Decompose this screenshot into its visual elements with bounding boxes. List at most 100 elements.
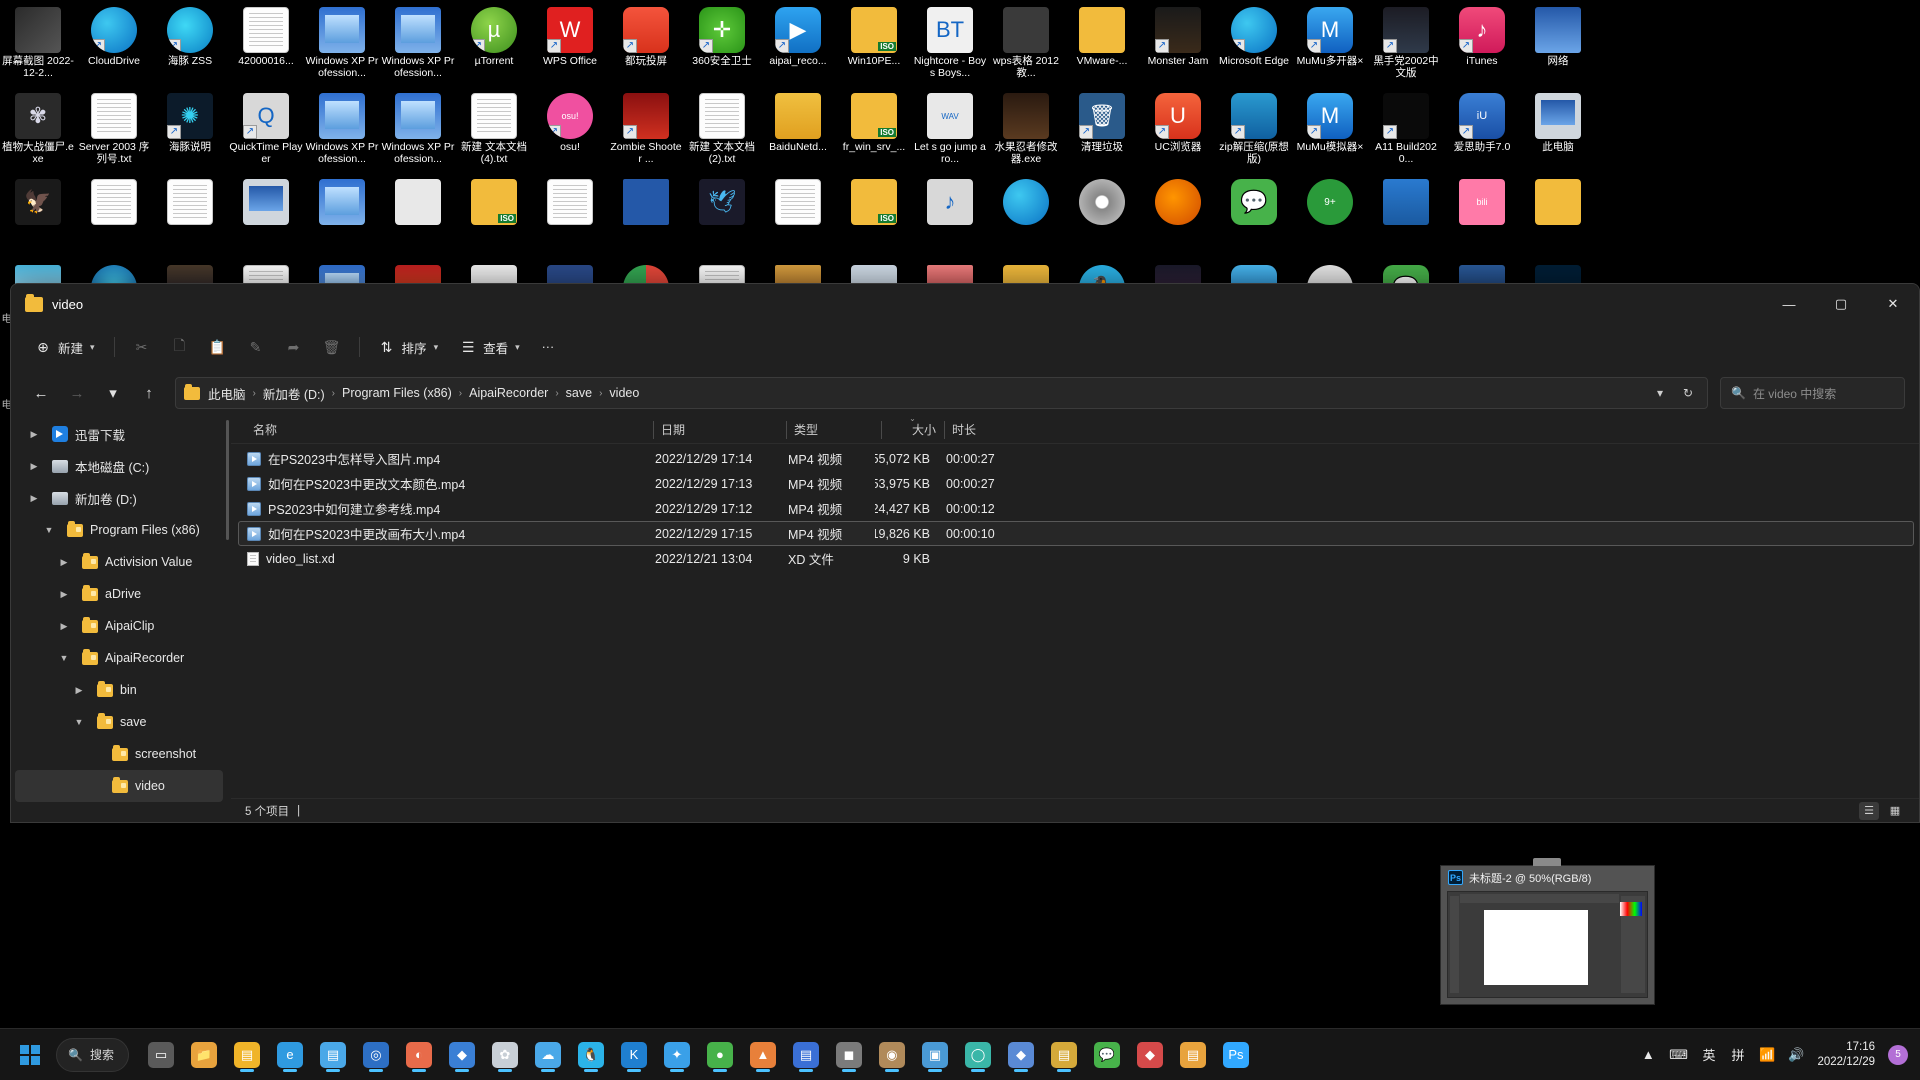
sidebar-item--[interactable]: ▶ 迅雷下载: [15, 418, 223, 450]
forward-button[interactable]: →: [61, 377, 93, 409]
rename-button[interactable]: ✎: [238, 331, 274, 363]
desktop-icon[interactable]: [1140, 176, 1216, 262]
file-explorer-window[interactable]: video — ▢ ✕ ⊕ 新建 ▾ ✂ 🗋 📋 ✎ ➦ 🗑 ⇅ 排序 ▾ ☰ …: [10, 283, 1920, 823]
column-header-type[interactable]: 类型: [786, 419, 881, 441]
desktop-icon[interactable]: [456, 176, 532, 262]
photoshop-preview-window[interactable]: Ps 未标题-2 @ 50%(RGB/8): [1440, 858, 1655, 1005]
desktop-icon[interactable]: ✛ ↗ 360安全卫士: [684, 4, 760, 90]
chevron-down-icon[interactable]: ▼: [53, 653, 75, 663]
chevron-up-icon[interactable]: ▲: [1640, 1047, 1656, 1062]
sidebar-item--c-[interactable]: ▶ 本地磁盘 (C:): [15, 450, 223, 482]
desktop-icon[interactable]: [1520, 176, 1596, 262]
breadcrumb-item[interactable]: Program Files (x86): [336, 384, 458, 402]
notification-badge[interactable]: 5: [1888, 1044, 1908, 1065]
desktop-icon[interactable]: 屏幕截图 2022-12-2...: [0, 4, 76, 90]
desktop-icon[interactable]: [228, 176, 304, 262]
desktop-icon[interactable]: Windows XP Profession...: [304, 90, 380, 176]
desktop-icon[interactable]: BaiduNetd...: [760, 90, 836, 176]
close-button[interactable]: ✕: [1867, 284, 1919, 324]
taskbar-paint-app[interactable]: ◐: [399, 1035, 439, 1075]
desktop-icon[interactable]: ✾ 植物大战僵尸.exe: [0, 90, 76, 176]
chevron-right-icon[interactable]: ▶: [53, 557, 75, 568]
taskbar-media-app[interactable]: ◎: [356, 1035, 396, 1075]
taskbar-teal-app[interactable]: ◯: [958, 1035, 998, 1075]
desktop-icon[interactable]: ↗ CloudDrive: [76, 4, 152, 90]
desktop-icon[interactable]: [836, 176, 912, 262]
desktop-icon[interactable]: ♪: [912, 176, 988, 262]
sidebar-item-adrive[interactable]: ▶ aDrive: [15, 578, 223, 610]
taskbar-file-explorer[interactable]: ▤: [227, 1035, 267, 1075]
file-rows[interactable]: 在PS2023中怎样导入图片.mp4 2022/12/29 17:14 MP4 视频…: [231, 444, 1919, 798]
desktop-icon[interactable]: ✺ ↗ 海豚说明: [152, 90, 228, 176]
desktop-icon[interactable]: U ↗ UC浏览器: [1140, 90, 1216, 176]
keyboard-icon[interactable]: ⌨: [1669, 1047, 1688, 1063]
desktop-icon[interactable]: 网络: [1520, 4, 1596, 90]
desktop-icon[interactable]: ↗ A11 Build2020...: [1368, 90, 1444, 176]
large-icons-view-icon[interactable]: ▦: [1885, 802, 1905, 820]
maximize-button[interactable]: ▢: [1815, 284, 1867, 324]
desktop-icon[interactable]: M ↗ MuMu多开器×: [1292, 4, 1368, 90]
desktop-icon[interactable]: [152, 176, 228, 262]
wifi-icon[interactable]: 📶: [1759, 1047, 1775, 1063]
delete-button[interactable]: 🗑: [314, 331, 350, 363]
copy-button[interactable]: 🗋: [162, 331, 198, 363]
desktop-icon[interactable]: ↗ Microsoft Edge: [1216, 4, 1292, 90]
desktop-icon[interactable]: [380, 176, 456, 262]
cut-button[interactable]: ✂: [124, 331, 160, 363]
desktop-icon[interactable]: [532, 176, 608, 262]
clock[interactable]: 17:16 2022/12/29: [1817, 1040, 1875, 1070]
window-titlebar[interactable]: video — ▢ ✕: [11, 284, 1919, 324]
desktop-icon[interactable]: WAV Let s go jump aro...: [912, 90, 988, 176]
taskbar-notepad-app[interactable]: ▤: [313, 1035, 353, 1075]
desktop-icon[interactable]: fr_win_srv_...: [836, 90, 912, 176]
table-row[interactable]: 在PS2023中怎样导入图片.mp4 2022/12/29 17:14 MP4 视频…: [238, 446, 1914, 471]
chevron-right-icon[interactable]: ▶: [53, 621, 75, 632]
navigation-pane[interactable]: ▶ 迅雷下载 ▶ 本地磁盘 (C:) ▶ 新加卷 (D:) ▼ Program Files (…: [11, 416, 231, 822]
ime-mode[interactable]: 拼: [1730, 1045, 1746, 1064]
taskbar-key-app[interactable]: K: [614, 1035, 654, 1075]
breadcrumb-item[interactable]: 此电脑: [202, 382, 252, 405]
taskbar-edge-browser[interactable]: e: [270, 1035, 310, 1075]
taskbar-folder-app[interactable]: 📁: [184, 1035, 224, 1075]
system-tray[interactable]: ▲ ⌨ 英 拼 📶 🔊 17:16 2022/12/29 5: [1640, 1040, 1920, 1070]
back-button[interactable]: ←: [25, 377, 57, 409]
taskbar-green-app[interactable]: ●: [700, 1035, 740, 1075]
up-button[interactable]: ↑: [133, 377, 165, 409]
desktop-icon[interactable]: [608, 176, 684, 262]
desktop-icon[interactable]: ↗ zip解压缩(原想版): [1216, 90, 1292, 176]
desktop-icon[interactable]: [988, 176, 1064, 262]
desktop-icon[interactable]: Win10PE...: [836, 4, 912, 90]
taskbar-orange-app[interactable]: ▲: [743, 1035, 783, 1075]
chevron-right-icon[interactable]: ▶: [23, 493, 45, 504]
desktop-icon[interactable]: [1064, 176, 1140, 262]
more-options-button[interactable]: ···: [532, 331, 565, 363]
table-row[interactable]: PS2023中如何建立参考线.mp4 2022/12/29 17:12 MP4 视频…: [238, 496, 1914, 521]
new-button[interactable]: ⊕ 新建 ▾: [25, 331, 105, 363]
desktop-icon[interactable]: ↗ 都玩投屏: [608, 4, 684, 90]
search-input[interactable]: 🔍 在 video 中搜索: [1720, 377, 1905, 409]
paste-button[interactable]: 📋: [200, 331, 236, 363]
file-list-pane[interactable]: 名称 日期 类型 大小 ⌄ 时长 在PS2023中怎样导入图片.mp4 2022/12/29…: [231, 414, 1919, 822]
desktop-icon[interactable]: [76, 176, 152, 262]
sidebar-item-bin[interactable]: ▶ bin: [15, 674, 223, 706]
taskbar-task-view[interactable]: ▭: [141, 1035, 181, 1075]
column-header-name[interactable]: 名称: [245, 419, 653, 441]
recent-locations-button[interactable]: ▾: [97, 377, 129, 409]
taskbar-monitor-app[interactable]: ▣: [915, 1035, 955, 1075]
sort-button[interactable]: ⇅ 排序 ▾: [369, 331, 449, 363]
desktop-icon[interactable]: W ↗ WPS Office: [532, 4, 608, 90]
speaker-icon[interactable]: 🔊: [1788, 1047, 1804, 1063]
taskbar-shell-app[interactable]: ◆: [442, 1035, 482, 1075]
ime-language[interactable]: 英: [1701, 1045, 1717, 1064]
taskbar-brown-app[interactable]: ◉: [872, 1035, 912, 1075]
sidebar-item-save[interactable]: ▼ save: [15, 706, 223, 738]
taskbar-files-app[interactable]: ▤: [1044, 1035, 1084, 1075]
desktop-icon[interactable]: µ ↗ µTorrent: [456, 4, 532, 90]
minimize-button[interactable]: —: [1763, 284, 1815, 324]
view-button[interactable]: ☰ 查看 ▾: [450, 331, 530, 363]
taskbar-star-app[interactable]: ✦: [657, 1035, 697, 1075]
table-row[interactable]: video_list.xd 2022/12/21 13:04 XD 文件 9 KB: [238, 546, 1914, 571]
desktop-icon[interactable]: 🕊: [684, 176, 760, 262]
sidebar-item-aipaiclip[interactable]: ▶ AipaiClip: [15, 610, 223, 642]
column-header-size[interactable]: 大小 ⌄: [881, 414, 944, 441]
